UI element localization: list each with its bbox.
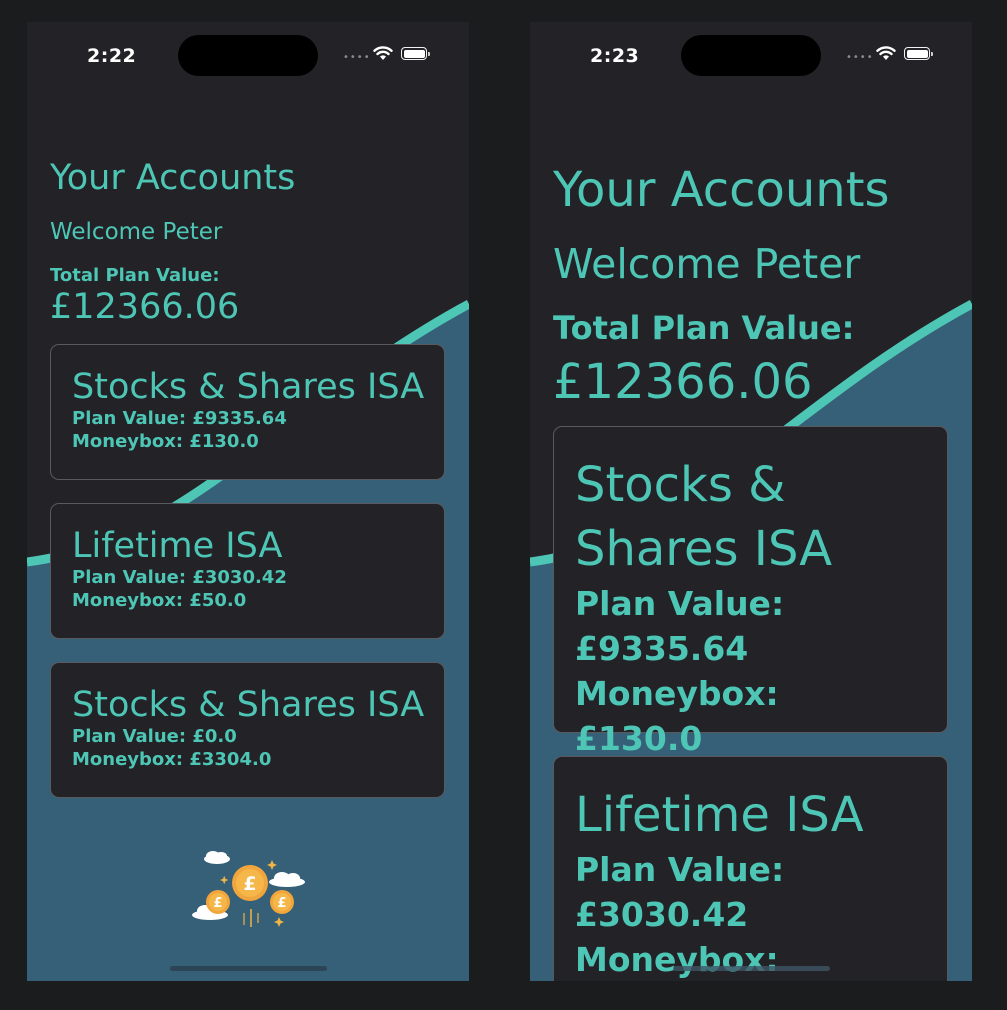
account-name: Stocks & Shares ISA	[72, 685, 425, 725]
account-plan-value: Plan Value: £3030.42	[72, 567, 287, 588]
coin-symbol: £	[243, 873, 256, 895]
welcome-text: Welcome Peter	[50, 219, 223, 245]
dynamic-island	[681, 35, 821, 76]
page-title: Your Accounts	[50, 158, 296, 198]
wifi-icon	[373, 46, 393, 60]
wifi-icon	[876, 46, 896, 60]
account-name: Lifetime ISA	[575, 787, 864, 843]
account-card-stocks-shares-isa[interactable]: Stocks & Shares ISA Plan Value: £9335.64…	[50, 344, 445, 480]
status-time: 2:23	[590, 45, 640, 67]
battery-icon	[904, 47, 933, 60]
account-name: Lifetime ISA	[72, 526, 283, 566]
account-name: Stocks & Shares ISA	[72, 367, 425, 407]
account-moneybox: Moneybox: £50.0	[575, 940, 779, 979]
accounts-screen: Your Accounts Welcome Peter Total Plan V…	[530, 22, 972, 981]
total-plan-value: £12366.06	[553, 354, 813, 410]
account-card-stocks-shares-isa[interactable]: Stocks & Shares ISA Plan Value: £9335.64…	[553, 426, 948, 758]
accounts-screen: Your Accounts Welcome Peter Total Plan V…	[27, 22, 469, 981]
page-title: Your Accounts	[553, 162, 890, 218]
account-moneybox: Moneybox: £130.0	[575, 674, 779, 758]
account-moneybox: Moneybox: £3304.0	[72, 749, 272, 770]
account-card-lifetime-isa[interactable]: Lifetime ISA Plan Value: £3030.42 Moneyb…	[553, 756, 948, 981]
coins-and-clouds-icon: £ £ £	[192, 851, 305, 927]
status-time: 2:22	[87, 45, 137, 67]
account-plan-value: Plan Value: £3030.42	[575, 850, 785, 934]
battery-icon	[401, 47, 430, 60]
home-indicator[interactable]	[673, 966, 830, 971]
coin-symbol: £	[277, 896, 286, 911]
status-icons: ••••	[846, 44, 942, 64]
total-plan-value-label: Total Plan Value:	[50, 265, 220, 286]
dynamic-island	[178, 35, 318, 76]
account-card-stocks-shares-isa-2[interactable]: Stocks & Shares ISA Plan Value: £0.0 Mon…	[50, 662, 445, 798]
total-plan-value-label: Total Plan Value:	[553, 309, 855, 347]
account-card-lifetime-isa[interactable]: Lifetime ISA Plan Value: £3030.42 Moneyb…	[50, 503, 445, 639]
home-indicator[interactable]	[170, 966, 327, 971]
phone-screen-default-text: 2:22 •••• Your Accounts Welcome Peter To…	[27, 22, 469, 981]
coin-symbol: £	[213, 896, 222, 911]
welcome-text: Welcome Peter	[553, 240, 861, 288]
account-moneybox: Moneybox: £50.0	[72, 590, 247, 611]
status-bar: 2:23 ••••	[530, 22, 972, 92]
signal-dots-icon: ••••	[846, 52, 874, 63]
account-plan-value: Plan Value: £9335.64	[72, 408, 287, 429]
account-plan-value: Plan Value: £0.0	[72, 726, 237, 747]
account-name: Stocks & Shares ISA	[575, 457, 833, 577]
status-bar: 2:22 ••••	[27, 22, 469, 92]
status-icons: ••••	[343, 44, 439, 64]
account-plan-value: Plan Value: £9335.64	[575, 584, 785, 668]
account-moneybox: Moneybox: £130.0	[72, 431, 259, 452]
phone-screen-large-text: 2:23 •••• Your Accounts Welcome Peter To…	[530, 22, 972, 981]
total-plan-value: £12366.06	[50, 287, 240, 327]
signal-dots-icon: ••••	[343, 52, 371, 63]
